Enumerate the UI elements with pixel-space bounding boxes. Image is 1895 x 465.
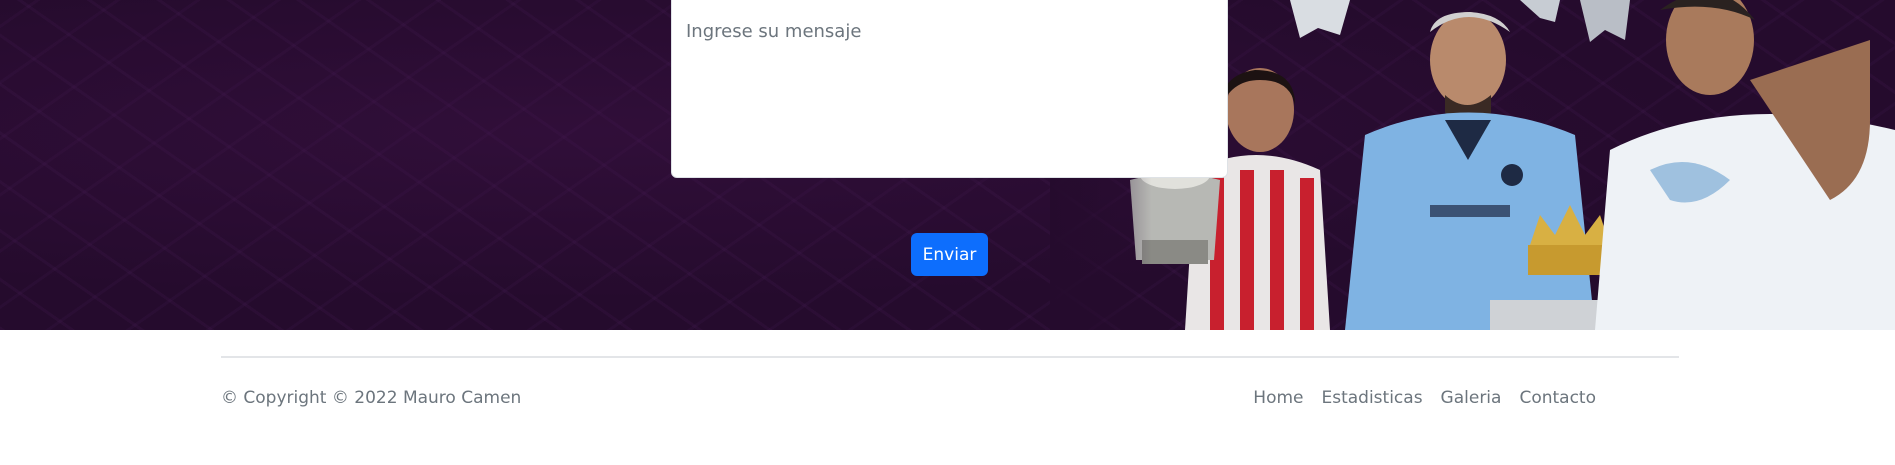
hero-section: Enviar [0, 0, 1895, 330]
submit-button[interactable]: Enviar [911, 233, 988, 276]
message-textarea[interactable] [671, 0, 1228, 178]
page-footer: © Copyright © 2022 Mauro Camen Home Esta… [0, 330, 1895, 465]
footer-link-contacto[interactable]: Contacto [1519, 388, 1596, 408]
footer-nav: Home Estadisticas Galeria Contacto [1253, 388, 1596, 408]
footer-link-estadisticas[interactable]: Estadisticas [1321, 388, 1422, 408]
footer-link-home[interactable]: Home [1253, 388, 1303, 408]
copyright-text: © Copyright © 2022 Mauro Camen [221, 388, 522, 408]
footer-link-galeria[interactable]: Galeria [1441, 388, 1502, 408]
footer-divider [221, 356, 1679, 358]
